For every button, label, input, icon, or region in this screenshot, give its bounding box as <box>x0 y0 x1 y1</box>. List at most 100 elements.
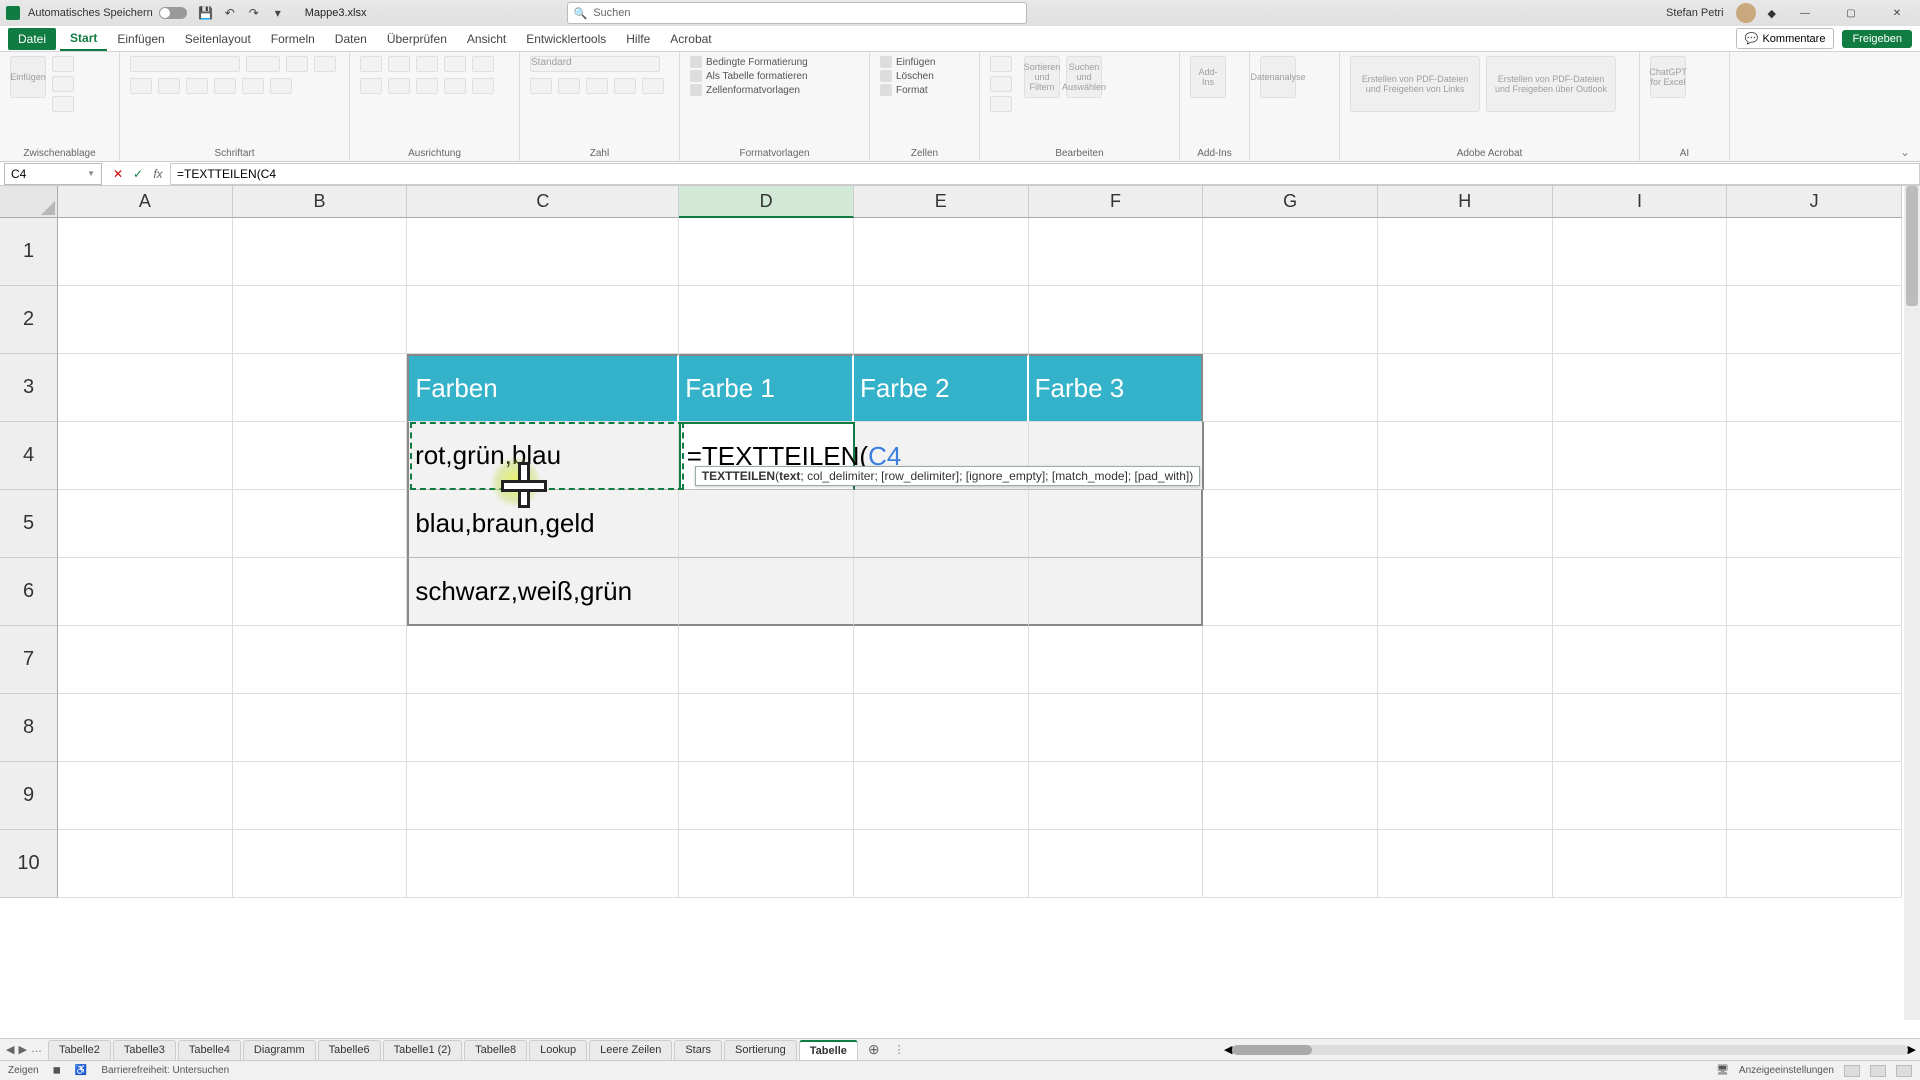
conditional-formatting-button[interactable]: Bedingte Formatierung <box>690 56 859 68</box>
align-top-icon[interactable] <box>360 56 382 72</box>
tab-einfuegen[interactable]: Einfügen <box>107 28 174 50</box>
table-header-farbe2[interactable]: Farbe 2 <box>854 354 1029 422</box>
indent-decrease-icon[interactable] <box>444 78 466 94</box>
col-G[interactable]: G <box>1203 186 1378 218</box>
col-E[interactable]: E <box>854 186 1029 218</box>
align-right-icon[interactable] <box>416 78 438 94</box>
select-all-corner[interactable] <box>0 186 58 218</box>
cell-E6[interactable] <box>854 558 1029 626</box>
macro-record-icon[interactable]: ◼ <box>53 1065 61 1076</box>
ribbon-collapse-icon[interactable]: ⌄ <box>1740 145 1910 159</box>
acrobat-create-link-button[interactable]: Erstellen von PDF-Dateien und Freigeben … <box>1350 56 1480 112</box>
italic-icon[interactable] <box>158 78 180 94</box>
acrobat-create-outlook-button[interactable]: Erstellen von PDF-Dateien und Freigeben … <box>1486 56 1616 112</box>
display-settings-icon[interactable]: 🖥 <box>1716 1065 1729 1076</box>
increase-font-icon[interactable] <box>286 56 308 72</box>
format-as-table-button[interactable]: Als Tabelle formatieren <box>690 70 859 82</box>
autosave-toggle[interactable] <box>159 7 187 19</box>
sheet-nav-more-icon[interactable]: … <box>31 1043 42 1056</box>
tab-ansicht[interactable]: Ansicht <box>457 28 516 50</box>
fill-icon[interactable] <box>990 76 1012 92</box>
sheet-tab-tabelle2[interactable]: Tabelle2 <box>48 1040 111 1060</box>
find-select-button[interactable]: Suchen und Auswählen <box>1066 56 1102 98</box>
accessibility-check[interactable]: Barrierefreiheit: Untersuchen <box>101 1065 229 1076</box>
tab-entwicklertools[interactable]: Entwicklertools <box>516 28 616 50</box>
copy-icon[interactable] <box>52 76 74 92</box>
share-button[interactable]: Freigeben <box>1842 30 1912 48</box>
table-header-farbe1[interactable]: Farbe 1 <box>679 354 854 422</box>
paste-button[interactable]: Einfügen <box>10 56 46 98</box>
align-left-icon[interactable] <box>360 78 382 94</box>
data-analysis-button[interactable]: Datenanalyse <box>1260 56 1296 98</box>
sheet-tab-sortierung[interactable]: Sortierung <box>724 1040 797 1060</box>
decimal-dec-icon[interactable] <box>642 78 664 94</box>
cell-F6[interactable] <box>1029 558 1204 626</box>
name-box[interactable]: C4 ▼ <box>4 163 102 185</box>
vscroll-thumb[interactable] <box>1906 186 1918 306</box>
format-painter-icon[interactable] <box>52 96 74 112</box>
table-header-farbe3[interactable]: Farbe 3 <box>1029 354 1204 422</box>
hscroll-left-icon[interactable]: ◀ <box>1224 1043 1232 1056</box>
percent-icon[interactable] <box>558 78 580 94</box>
vertical-scrollbar[interactable] <box>1904 186 1920 1020</box>
insert-cells-button[interactable]: Einfügen <box>880 56 969 68</box>
comments-button[interactable]: 💬Kommentare <box>1736 28 1835 49</box>
orientation-icon[interactable] <box>444 56 466 72</box>
sheet-tab-tabelle6[interactable]: Tabelle6 <box>318 1040 381 1060</box>
sheet-tab-tabelle[interactable]: Tabelle <box>799 1040 858 1060</box>
accept-formula-icon[interactable]: ✓ <box>130 167 146 181</box>
underline-icon[interactable] <box>186 78 208 94</box>
autosum-icon[interactable] <box>990 56 1012 72</box>
font-size[interactable] <box>246 56 280 72</box>
redo-icon[interactable]: ↷ <box>247 6 261 20</box>
row-7[interactable]: 7 <box>0 626 58 694</box>
sheet-tab-lookup[interactable]: Lookup <box>529 1040 587 1060</box>
horizontal-scrollbar[interactable]: ◀ ▶ <box>1220 1043 1920 1057</box>
sheet-nav-next-icon[interactable]: ▶ <box>18 1043 26 1056</box>
bold-icon[interactable] <box>130 78 152 94</box>
row-9[interactable]: 9 <box>0 762 58 830</box>
decrease-font-icon[interactable] <box>314 56 336 72</box>
sheet-tab-tabelle1-2-[interactable]: Tabelle1 (2) <box>383 1040 462 1060</box>
cell-D4-editing[interactable]: =TEXTTEILEN(C4 TEXTTEILEN(text; col_deli… <box>679 422 855 490</box>
diamond-icon[interactable]: ◆ <box>1768 7 1776 20</box>
row-1[interactable]: 1 <box>0 218 58 286</box>
cell-D6[interactable] <box>679 558 854 626</box>
page-layout-view-icon[interactable] <box>1870 1065 1886 1077</box>
row-8[interactable]: 8 <box>0 694 58 762</box>
filename[interactable]: Mappe3.xlsx <box>305 7 367 19</box>
align-center-icon[interactable] <box>388 78 410 94</box>
minimize-button[interactable]: — <box>1788 2 1822 24</box>
tab-file[interactable]: Datei <box>8 28 56 50</box>
chatgpt-button[interactable]: ChatGPT for Excel <box>1650 56 1686 98</box>
col-I[interactable]: I <box>1553 186 1728 218</box>
row-10[interactable]: 10 <box>0 830 58 898</box>
formula-input[interactable]: =TEXTTEILEN(C4 <box>170 163 1920 185</box>
table-header-farben[interactable]: Farben <box>407 354 679 422</box>
undo-icon[interactable]: ↶ <box>223 6 237 20</box>
tab-daten[interactable]: Daten <box>325 28 377 50</box>
tab-formeln[interactable]: Formeln <box>261 28 325 50</box>
search-box[interactable]: 🔍 Suchen <box>567 2 1027 24</box>
addins-button[interactable]: Add-Ins <box>1190 56 1226 98</box>
sheet-tab-tabelle4[interactable]: Tabelle4 <box>178 1040 241 1060</box>
col-J[interactable]: J <box>1727 186 1902 218</box>
font-name[interactable] <box>130 56 240 72</box>
row-3[interactable]: 3 <box>0 354 58 422</box>
cancel-formula-icon[interactable]: ✕ <box>110 167 126 181</box>
col-C[interactable]: C <box>407 186 679 218</box>
cell-E5[interactable] <box>854 490 1029 558</box>
delete-cells-button[interactable]: Löschen <box>880 70 969 82</box>
indent-increase-icon[interactable] <box>472 78 494 94</box>
hscroll-right-icon[interactable]: ▶ <box>1908 1043 1916 1056</box>
qat-dropdown-icon[interactable]: ▾ <box>271 6 285 20</box>
cell-C6[interactable]: schwarz,weiß,grün <box>407 558 679 626</box>
align-middle-icon[interactable] <box>388 56 410 72</box>
comma-icon[interactable] <box>586 78 608 94</box>
sort-filter-button[interactable]: Sortieren und Filtern <box>1024 56 1060 98</box>
row-2[interactable]: 2 <box>0 286 58 354</box>
cell-F5[interactable] <box>1029 490 1204 558</box>
sheet-more-icon[interactable]: ⋮ <box>888 1043 911 1056</box>
row-6[interactable]: 6 <box>0 558 58 626</box>
col-B[interactable]: B <box>233 186 408 218</box>
